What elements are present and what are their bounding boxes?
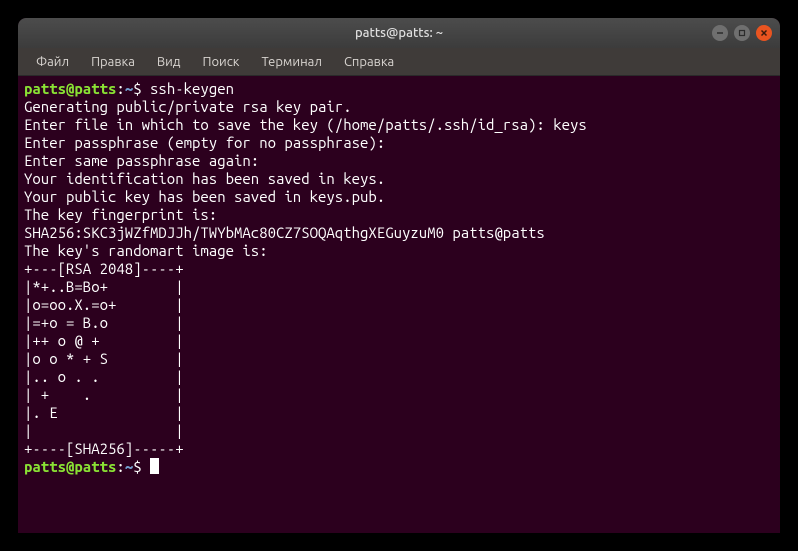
prompt-sep: : [116,80,124,97]
prompt-user: patts@patts [24,80,116,97]
terminal-body[interactable]: patts@patts:~$ ssh-keygen Generating pub… [18,76,780,480]
prompt-path: ~ [125,458,133,475]
window-title: patts@patts: ~ [355,26,443,40]
output-line: |=+o = B.o | [24,314,184,331]
output-line: Enter file in which to save the key (/ho… [24,116,587,133]
output-line: +----[SHA256]-----+ [24,440,184,457]
output-line: Enter same passphrase again: [24,152,259,169]
output-line: |*+..B=Bo+ | [24,278,184,295]
minimize-icon [716,29,724,37]
prompt-path: ~ [125,80,133,97]
output-line: +---[RSA 2048]----+ [24,260,184,277]
menu-view[interactable]: Вид [147,51,191,73]
prompt-end: $ [133,458,150,475]
maximize-icon [738,29,746,37]
menu-edit[interactable]: Правка [81,51,145,73]
output-line: The key's randomart image is: [24,242,268,259]
menubar: Файл Правка Вид Поиск Терминал Справка [18,48,780,76]
output-line: Your public key has been saved in keys.p… [24,188,385,205]
minimize-button[interactable] [712,25,728,41]
menu-file[interactable]: Файл [26,51,79,73]
menu-search[interactable]: Поиск [192,51,249,73]
close-icon [760,29,768,37]
output-line: Enter passphrase (empty for no passphras… [24,134,385,151]
output-line: |. E | [24,404,184,421]
window-controls [712,25,772,41]
output-line: |o o * + S | [24,350,184,367]
output-line: | + . | [24,386,184,403]
output-line: SHA256:SKC3jWZfMDJJh/TWYbMAc80CZ7SOQAqth… [24,224,545,241]
cursor-icon [150,458,159,474]
command-text: ssh-keygen [150,80,234,97]
prompt-end: $ [133,80,150,97]
output-line: |o=oo.X.=o+ | [24,296,184,313]
menu-terminal[interactable]: Терминал [251,51,331,73]
output-line: | | [24,422,184,439]
prompt-user: patts@patts [24,458,116,475]
output-line: |.. o . . | [24,368,184,385]
close-button[interactable] [756,25,772,41]
output-line: Your identification has been saved in ke… [24,170,385,187]
maximize-button[interactable] [734,25,750,41]
menu-help[interactable]: Справка [334,51,404,73]
titlebar: patts@patts: ~ [18,18,780,48]
output-line: |++ o @ + | [24,332,184,349]
prompt-sep: : [116,458,124,475]
output-line: The key fingerprint is: [24,206,217,223]
output-line: Generating public/private rsa key pair. [24,98,352,115]
terminal-window: patts@patts: ~ Файл Правка Вид Поиск Тер… [18,18,780,533]
